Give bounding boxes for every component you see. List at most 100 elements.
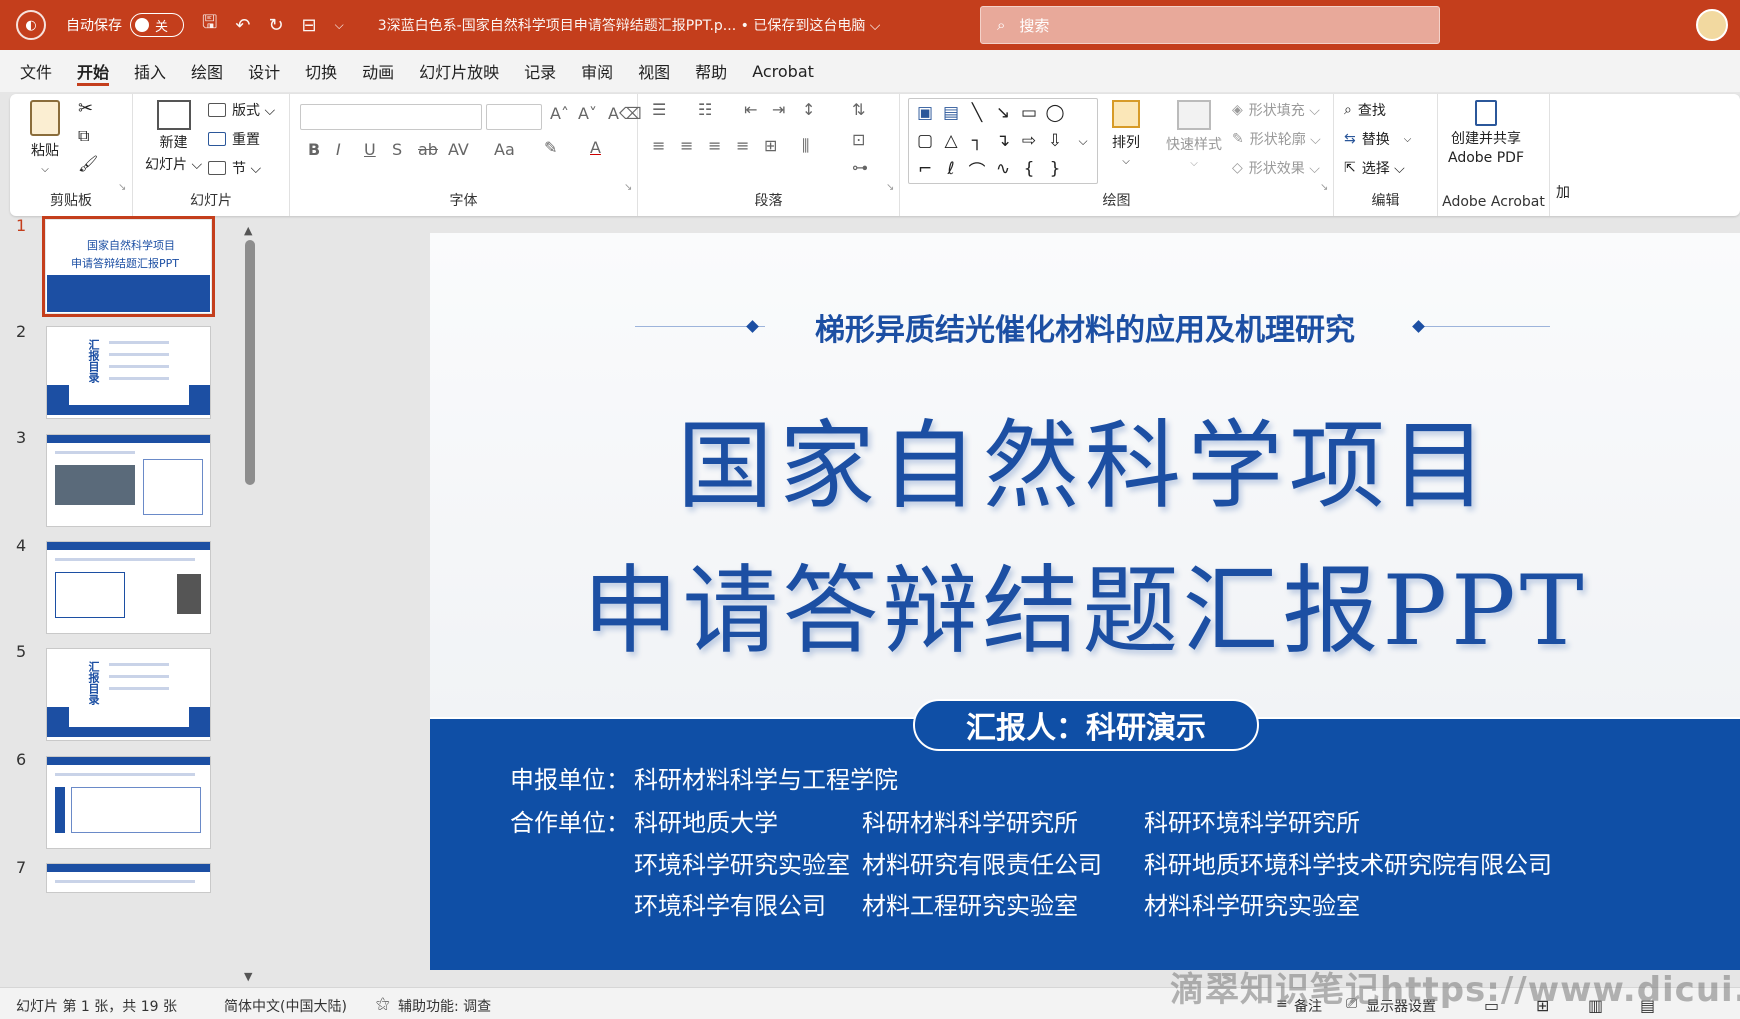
undo-icon[interactable]: ↶ bbox=[235, 15, 250, 36]
decrease-indent-icon[interactable]: ⇤ bbox=[744, 100, 757, 119]
format-painter-icon[interactable]: 🖌 bbox=[78, 154, 98, 173]
freeform-shape-icon[interactable]: ⌐ bbox=[914, 158, 936, 180]
textbox-shape-icon[interactable]: ▣ bbox=[914, 102, 936, 124]
slide-title-line1[interactable]: 国家自然科学项目 bbox=[430, 388, 1740, 527]
language-indicator[interactable]: 简体中文(中国大陆) bbox=[224, 996, 347, 1016]
document-title[interactable]: 3深蓝白色系-国家自然科学项目申请答辩结题汇报PPT.p... • 已保存到这台… bbox=[378, 15, 881, 35]
drawing-launcher-icon[interactable]: ↘ bbox=[1320, 182, 1328, 193]
justify-icon[interactable]: ≡ bbox=[736, 136, 749, 155]
italic-icon[interactable]: I bbox=[336, 140, 341, 159]
reporter-badge[interactable]: 汇报人：科研演示 bbox=[913, 699, 1259, 751]
tab-12[interactable]: Acrobat bbox=[752, 50, 814, 92]
line-shape-icon[interactable]: ╲ bbox=[966, 102, 988, 124]
tab-1[interactable]: 开始 bbox=[77, 50, 110, 92]
line-spacing-icon[interactable]: ↕ bbox=[802, 100, 815, 119]
shapes-more-icon[interactable]: ⌵ bbox=[1072, 130, 1094, 152]
find-button[interactable]: ⌕ 查找 bbox=[1344, 100, 1386, 120]
search-box[interactable]: ⌕ 搜索 bbox=[980, 6, 1440, 44]
numbering-icon[interactable]: ☷ bbox=[698, 100, 712, 119]
increase-indent-icon[interactable]: ⇥ bbox=[772, 100, 785, 119]
arrange-button[interactable]: 排列 ⌵ bbox=[1112, 100, 1140, 167]
arc-shape-icon[interactable]: ⌒ bbox=[966, 158, 988, 182]
rectangle-shape-icon[interactable]: ▭ bbox=[1018, 102, 1040, 124]
rounded-rect-shape-icon[interactable]: ▢ bbox=[914, 130, 936, 152]
right-arrow-shape-icon[interactable]: ⇨ bbox=[1018, 130, 1040, 152]
increase-font-icon[interactable]: A˄ bbox=[550, 104, 569, 123]
strikethrough-icon[interactable]: ab bbox=[418, 140, 438, 159]
slide-thumbnail-3[interactable] bbox=[46, 434, 211, 527]
down-arrow-shape-icon[interactable]: ⇩ bbox=[1044, 130, 1066, 152]
scroll-down-icon[interactable]: ▼ bbox=[244, 970, 252, 983]
slide-subtitle[interactable]: 梯形异质结光催化材料的应用及机理研究 bbox=[430, 305, 1740, 349]
font-size-dropdown[interactable] bbox=[486, 104, 542, 130]
align-text-icon[interactable]: ⊡ bbox=[852, 130, 865, 149]
slide-canvas[interactable]: 梯形异质结光催化材料的应用及机理研究 国家自然科学项目 申请答辩结题汇报PPT … bbox=[430, 233, 1740, 970]
cut-icon[interactable]: ✂ bbox=[78, 98, 93, 119]
underline-icon[interactable]: U bbox=[364, 140, 376, 159]
shape-fill-button[interactable]: ◈ 形状填充 ⌵ bbox=[1232, 100, 1320, 120]
clipboard-launcher-icon[interactable]: ↘ bbox=[118, 182, 126, 193]
distributed-icon[interactable]: ⊞ bbox=[764, 136, 777, 155]
slide-thumbnail-5[interactable]: 汇报目录 bbox=[46, 648, 211, 741]
copy-icon[interactable]: ⧉ bbox=[78, 126, 89, 146]
font-color-icon[interactable]: A bbox=[590, 138, 601, 157]
shape-outline-button[interactable]: ✎ 形状轮廓 ⌵ bbox=[1232, 129, 1321, 149]
shape-effects-button[interactable]: ◇ 形状效果 ⌵ bbox=[1232, 158, 1320, 178]
change-case-icon[interactable]: Aa bbox=[494, 140, 515, 159]
tab-8[interactable]: 记录 bbox=[524, 50, 556, 92]
shadow-icon[interactable]: S bbox=[392, 140, 402, 159]
font-name-dropdown[interactable] bbox=[300, 104, 482, 130]
create-pdf-button[interactable]: 创建并共享 Adobe PDF bbox=[1448, 100, 1524, 166]
save-icon[interactable]: 🖫 bbox=[202, 10, 217, 40]
left-brace-shape-icon[interactable]: { bbox=[1018, 158, 1040, 180]
paragraph-launcher-icon[interactable]: ↘ bbox=[886, 182, 894, 193]
font-launcher-icon[interactable]: ↘ bbox=[624, 182, 632, 193]
bullets-icon[interactable]: ☰ bbox=[652, 100, 666, 119]
text-direction-icon[interactable]: ⇅ bbox=[852, 100, 865, 119]
tab-0[interactable]: 文件 bbox=[20, 50, 52, 92]
thumbnail-scrollbar[interactable] bbox=[245, 240, 255, 485]
arrow-line-shape-icon[interactable]: ↘ bbox=[992, 102, 1014, 124]
select-button[interactable]: ⇱ 选择 ⌵ bbox=[1344, 158, 1405, 178]
align-center-icon[interactable]: ≡ bbox=[680, 136, 693, 155]
slide-thumbnail-2[interactable]: 汇报目录 bbox=[46, 326, 211, 419]
right-brace-shape-icon[interactable]: } bbox=[1044, 158, 1066, 180]
accessibility-status[interactable]: 辅助功能: 调查 bbox=[398, 996, 491, 1016]
slide-thumbnail-6[interactable] bbox=[46, 756, 211, 849]
smartart-icon[interactable]: ⊶ bbox=[852, 158, 868, 177]
layout-button[interactable]: 版式 ⌵ bbox=[208, 100, 275, 120]
columns-icon[interactable]: ⫼ bbox=[802, 136, 809, 156]
triangle-shape-icon[interactable]: △ bbox=[940, 130, 962, 152]
quick-styles-button[interactable]: 快速样式 ⌵ bbox=[1166, 100, 1222, 169]
align-right-icon[interactable]: ≡ bbox=[708, 136, 721, 155]
tab-3[interactable]: 绘图 bbox=[191, 50, 223, 92]
bold-icon[interactable]: B bbox=[308, 140, 320, 159]
elbow-connector-shape-icon[interactable]: ┐ bbox=[966, 130, 988, 152]
tab-11[interactable]: 帮助 bbox=[695, 50, 727, 92]
user-avatar[interactable] bbox=[1696, 9, 1728, 41]
autosave-toggle[interactable]: 关 bbox=[130, 13, 184, 37]
tab-9[interactable]: 审阅 bbox=[581, 50, 613, 92]
char-spacing-icon[interactable]: AV bbox=[448, 140, 469, 159]
align-left-icon[interactable]: ≡ bbox=[652, 136, 665, 155]
replace-button[interactable]: ⇆ 替换 ⌵ bbox=[1344, 129, 1411, 149]
decrease-font-icon[interactable]: A˅ bbox=[578, 104, 597, 123]
oval-shape-icon[interactable]: ◯ bbox=[1044, 102, 1066, 124]
customize-qat-icon[interactable]: ⌵ bbox=[335, 18, 344, 33]
tab-4[interactable]: 设计 bbox=[248, 50, 280, 92]
tab-2[interactable]: 插入 bbox=[134, 50, 166, 92]
curve-shape-icon[interactable]: ∿ bbox=[992, 158, 1014, 180]
slide-thumbnail-4[interactable] bbox=[46, 541, 211, 634]
elbow-arrow-shape-icon[interactable]: ↴ bbox=[992, 130, 1014, 152]
highlight-icon[interactable]: ✎ bbox=[544, 138, 557, 157]
slide-thumbnail-1[interactable]: 国家自然科学项目 申请答辩结题汇报PPT bbox=[42, 216, 215, 317]
tab-6[interactable]: 动画 bbox=[362, 50, 394, 92]
scribble-shape-icon[interactable]: ℓ bbox=[940, 158, 962, 180]
slide-title-line2[interactable]: 申请答辩结题汇报PPT bbox=[430, 533, 1740, 672]
present-icon[interactable]: ⊟ bbox=[302, 15, 317, 36]
slide-thumbnail-7[interactable] bbox=[46, 863, 211, 893]
tab-5[interactable]: 切换 bbox=[305, 50, 337, 92]
new-slide-button[interactable]: 新建 幻灯片 ⌵ bbox=[145, 100, 202, 174]
redo-icon[interactable]: ↻ bbox=[268, 15, 283, 36]
accessibility-icon[interactable]: ⚝ bbox=[376, 996, 390, 1012]
